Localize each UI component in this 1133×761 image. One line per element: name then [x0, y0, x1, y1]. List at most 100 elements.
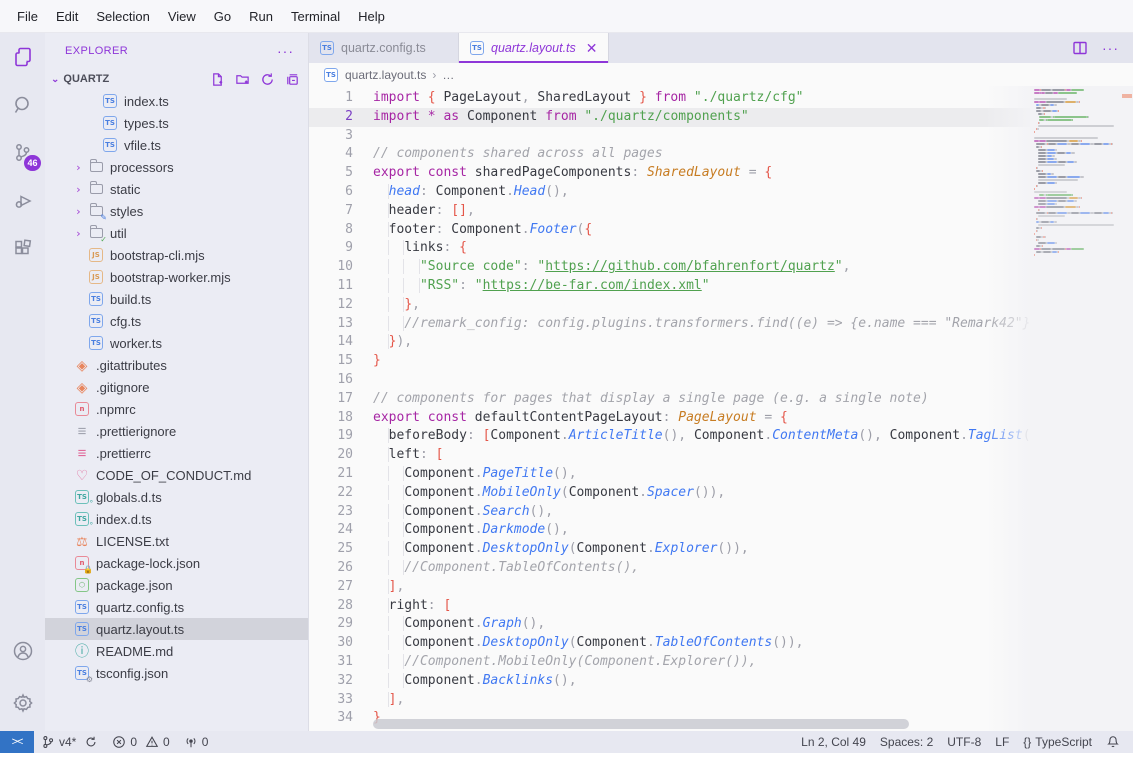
- tree-item-bootstrap-worker.mjs[interactable]: JSbootstrap-worker.mjs: [45, 266, 308, 288]
- code-editor[interactable]: 1import { PageLayout, SharedLayout } fro…: [309, 86, 1133, 731]
- code-line-12[interactable]: 12 },: [309, 296, 1030, 315]
- minimap[interactable]: [1030, 86, 1121, 731]
- encoding-setting[interactable]: UTF-8: [940, 731, 988, 753]
- menu-item-help[interactable]: Help: [349, 5, 394, 28]
- code-line-21[interactable]: 21 Component.PageTitle(),: [309, 465, 1030, 484]
- tree-item-index.d.ts[interactable]: TS°index.d.ts: [45, 508, 308, 530]
- tab-quartz.config.ts[interactable]: TSquartz.config.ts: [309, 33, 459, 63]
- explorer-icon[interactable]: [0, 33, 45, 81]
- settings-gear-icon[interactable]: [0, 675, 45, 731]
- code-line-6[interactable]: 6 head: Component.Head(),: [309, 183, 1030, 202]
- code-line-20[interactable]: 20 left: [: [309, 446, 1030, 465]
- menu-item-run[interactable]: Run: [240, 5, 282, 28]
- code-line-4[interactable]: 4// components shared across all pages: [309, 145, 1030, 164]
- tree-item-worker.ts[interactable]: TSworker.ts: [45, 332, 308, 354]
- code-line-1[interactable]: 1import { PageLayout, SharedLayout } fro…: [309, 89, 1030, 108]
- tree-item-vfile.ts[interactable]: TSvfile.ts: [45, 134, 308, 156]
- tree-item-.prettierrc[interactable]: ≡.prettierrc: [45, 442, 308, 464]
- horizontal-scrollbar[interactable]: [373, 719, 909, 729]
- code-line-22[interactable]: 22 Component.MobileOnly(Component.Spacer…: [309, 484, 1030, 503]
- code-line-28[interactable]: 28 right: [: [309, 597, 1030, 616]
- code-line-16[interactable]: 16: [309, 371, 1030, 390]
- code-line-10[interactable]: 10 "Source code": "https://github.com/bf…: [309, 258, 1030, 277]
- code-line-7[interactable]: 7 header: [],: [309, 202, 1030, 221]
- git-branch-status[interactable]: v4*: [34, 731, 105, 753]
- run-and-debug-icon[interactable]: [0, 177, 45, 225]
- search-icon[interactable]: [0, 81, 45, 129]
- code-line-9[interactable]: 9 links: {: [309, 239, 1030, 258]
- accounts-icon[interactable]: [0, 627, 45, 675]
- tree-item-.prettierignore[interactable]: ≡.prettierignore: [45, 420, 308, 442]
- code-line-32[interactable]: 32 Component.Backlinks(),: [309, 672, 1030, 691]
- tree-item-package-lock.json[interactable]: n🔒package-lock.json: [45, 552, 308, 574]
- tree-item-globals.d.ts[interactable]: TS°globals.d.ts: [45, 486, 308, 508]
- explorer-more-actions-icon[interactable]: ···: [277, 43, 294, 59]
- code-line-19[interactable]: 19 beforeBody: [Component.ArticleTitle()…: [309, 427, 1030, 446]
- code-line-14[interactable]: 14 }),: [309, 333, 1030, 352]
- code-line-23[interactable]: 23 Component.Search(),: [309, 503, 1030, 522]
- tree-item-package.json[interactable]: ⬡package.json: [45, 574, 308, 596]
- breadcrumb-file[interactable]: quartz.layout.ts: [345, 68, 426, 82]
- menu-item-selection[interactable]: Selection: [87, 5, 158, 28]
- code-line-3[interactable]: 3: [309, 127, 1030, 146]
- vertical-scrollbar[interactable]: [1121, 86, 1133, 731]
- tree-item-types.ts[interactable]: TStypes.ts: [45, 112, 308, 134]
- cursor-position[interactable]: Ln 2, Col 49: [794, 731, 873, 753]
- menu-item-terminal[interactable]: Terminal: [282, 5, 349, 28]
- code-line-27[interactable]: 27 ],: [309, 578, 1030, 597]
- indentation-setting[interactable]: Spaces: 2: [873, 731, 940, 753]
- code-line-18[interactable]: 18export const defaultContentPageLayout:…: [309, 409, 1030, 428]
- tree-folder-static[interactable]: ›static: [45, 178, 308, 200]
- code-line-15[interactable]: 15}: [309, 352, 1030, 371]
- tab-quartz.layout.ts[interactable]: TSquartz.layout.ts✕: [459, 33, 609, 63]
- new-folder-icon[interactable]: [235, 72, 250, 87]
- tree-item-.npmrc[interactable]: n.npmrc: [45, 398, 308, 420]
- menu-item-view[interactable]: View: [159, 5, 205, 28]
- problems-status[interactable]: 0 0: [105, 731, 176, 753]
- extensions-icon[interactable]: [0, 225, 45, 273]
- tree-item-cfg.ts[interactable]: TScfg.ts: [45, 310, 308, 332]
- code-line-17[interactable]: 17// components for pages that display a…: [309, 390, 1030, 409]
- tree-item-index.ts[interactable]: TSindex.ts: [45, 90, 308, 112]
- language-mode[interactable]: {} TypeScript: [1016, 731, 1099, 753]
- eol-setting[interactable]: LF: [988, 731, 1016, 753]
- code-line-5[interactable]: 5export const sharedPageComponents: Shar…: [309, 164, 1030, 183]
- breadcrumb[interactable]: TS quartz.layout.ts › …: [309, 63, 1133, 86]
- folder-section-header[interactable]: ⌄ QUARTZ: [45, 68, 308, 90]
- ports-status[interactable]: 0: [177, 731, 216, 753]
- tree-item-CODE_OF_CONDUCT.md[interactable]: ♡CODE_OF_CONDUCT.md: [45, 464, 308, 486]
- tree-item-.gitattributes[interactable]: ◈.gitattributes: [45, 354, 308, 376]
- code-line-29[interactable]: 29 Component.Graph(),: [309, 615, 1030, 634]
- tree-item-bootstrap-cli.mjs[interactable]: JSbootstrap-cli.mjs: [45, 244, 308, 266]
- collapse-all-icon[interactable]: [285, 72, 300, 87]
- code-line-31[interactable]: 31 //Component.MobileOnly(Component.Expl…: [309, 653, 1030, 672]
- tree-item-tsconfig.json[interactable]: TS⚙tsconfig.json: [45, 662, 308, 684]
- code-line-11[interactable]: 11 "RSS": "https://be-far.com/index.xml": [309, 277, 1030, 296]
- tree-item-.gitignore[interactable]: ◈.gitignore: [45, 376, 308, 398]
- tree-item-build.ts[interactable]: TSbuild.ts: [45, 288, 308, 310]
- code-line-25[interactable]: 25 Component.DesktopOnly(Component.Explo…: [309, 540, 1030, 559]
- tree-item-quartz.layout.ts[interactable]: TSquartz.layout.ts: [45, 618, 308, 640]
- breadcrumb-more[interactable]: …: [442, 68, 454, 82]
- menu-item-go[interactable]: Go: [205, 5, 240, 28]
- refresh-icon[interactable]: [260, 72, 275, 87]
- code-line-2[interactable]: 2import * as Component from "./quartz/co…: [309, 108, 1030, 127]
- tree-folder-util[interactable]: ›✓util: [45, 222, 308, 244]
- editor-more-actions-icon[interactable]: ···: [1102, 40, 1119, 56]
- tree-folder-styles[interactable]: ›✎styles: [45, 200, 308, 222]
- close-icon[interactable]: ✕: [586, 40, 598, 57]
- menu-item-file[interactable]: File: [8, 5, 47, 28]
- code-line-13[interactable]: 13 //remark_config: config.plugins.trans…: [309, 315, 1030, 334]
- notifications-bell[interactable]: [1099, 731, 1127, 753]
- tree-folder-processors[interactable]: ›processors: [45, 156, 308, 178]
- source-control-icon[interactable]: 46: [0, 129, 45, 177]
- code-line-8[interactable]: 8 footer: Component.Footer({: [309, 221, 1030, 240]
- tree-item-LICENSE.txt[interactable]: ⚖LICENSE.txt: [45, 530, 308, 552]
- code-line-24[interactable]: 24 Component.Darkmode(),: [309, 521, 1030, 540]
- remote-indicator[interactable]: ><: [0, 731, 34, 753]
- code-line-30[interactable]: 30 Component.DesktopOnly(Component.Table…: [309, 634, 1030, 653]
- new-file-icon[interactable]: [210, 72, 225, 87]
- menu-item-edit[interactable]: Edit: [47, 5, 87, 28]
- code-line-33[interactable]: 33 ],: [309, 691, 1030, 710]
- tree-item-quartz.config.ts[interactable]: TSquartz.config.ts: [45, 596, 308, 618]
